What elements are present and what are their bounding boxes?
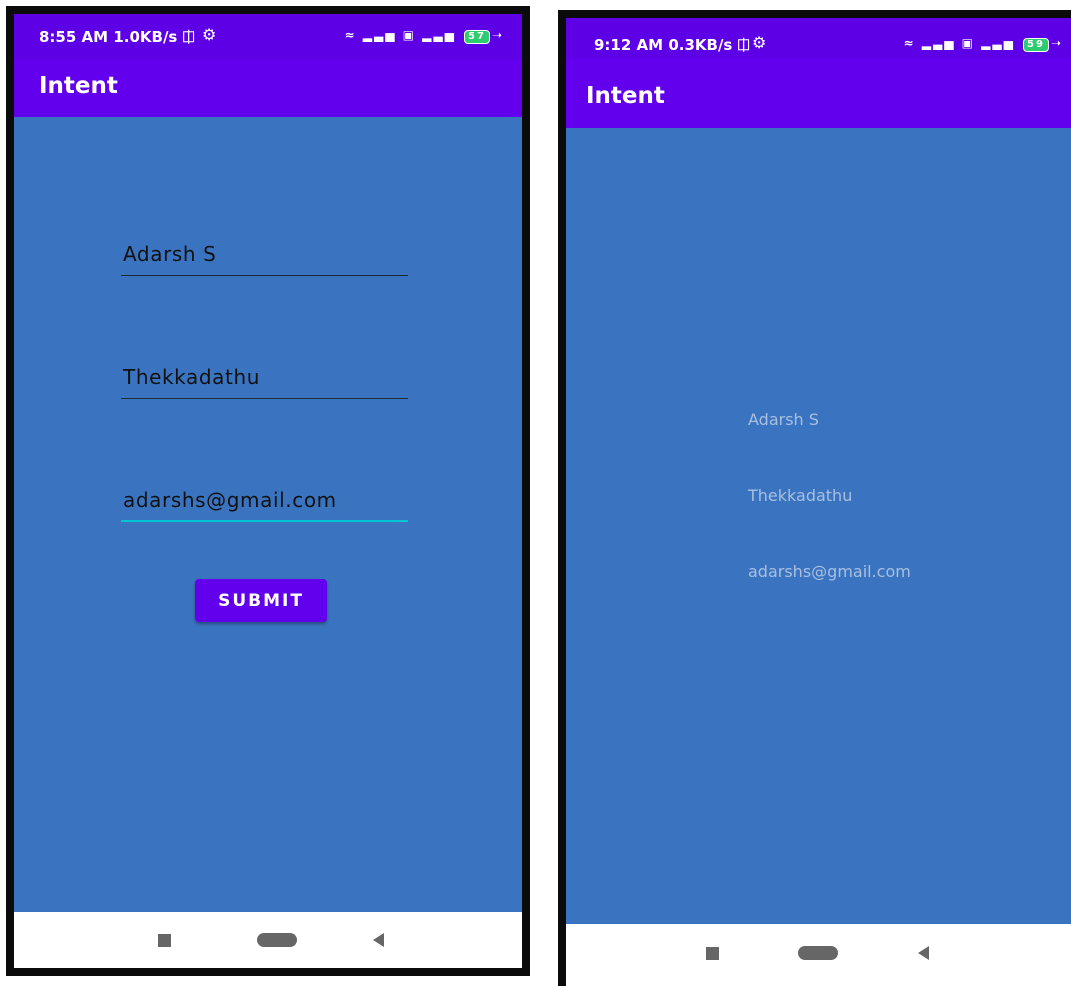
submit-button[interactable]: SUBMIT bbox=[195, 579, 327, 622]
phone-frame-left: 8:55 AM 1.0KB/s ⎅ ⚙ ≈ ▂▃▅ ▣ ▂▃▅ 57 ➝ Inte… bbox=[6, 6, 530, 976]
nav-bar bbox=[14, 912, 522, 968]
home-icon[interactable] bbox=[798, 946, 838, 960]
app-bar: Intent bbox=[566, 58, 1071, 128]
charging-icon: ➝ bbox=[491, 28, 504, 42]
back-icon[interactable] bbox=[373, 933, 384, 947]
nav-bar bbox=[566, 924, 1071, 986]
output-screen: 9:12 AM 0.3KB/s ⎅ ⚙ ≈ ▂▃▅ ▣ ▂▃▅ 59 ➝ Inte… bbox=[566, 18, 1071, 986]
signal-4g-icon: ▂▃▅ bbox=[422, 28, 456, 42]
output-email: adarshs@gmail.com bbox=[748, 562, 911, 581]
battery-icon: 57 bbox=[464, 30, 490, 44]
status-icons: ≈ ▂▃▅ ▣ ▂▃▅ 57 ➝ bbox=[344, 28, 504, 44]
recents-icon[interactable] bbox=[158, 934, 171, 947]
status-speed: 0.3KB/s bbox=[668, 36, 733, 54]
bell-off-icon: ⎅ bbox=[182, 28, 195, 46]
status-time: 9:12 AM 0.3KB/s ⎅ bbox=[594, 36, 750, 54]
gear-icon: ⚙ bbox=[752, 33, 767, 52]
input-screen: 8:55 AM 1.0KB/s ⎅ ⚙ ≈ ▂▃▅ ▣ ▂▃▅ 57 ➝ Inte… bbox=[14, 14, 522, 968]
bell-off-icon: ⎅ bbox=[737, 36, 750, 54]
volte-icon: ▣ bbox=[402, 28, 416, 42]
signal-4g-icon: ▂▃▅ bbox=[981, 36, 1015, 50]
home-icon[interactable] bbox=[257, 933, 297, 947]
gear-icon: ⚙ bbox=[202, 25, 217, 44]
app-bar: Intent bbox=[14, 59, 522, 117]
charging-icon: ➝ bbox=[1050, 36, 1063, 50]
wifi-icon: ≈ bbox=[903, 36, 916, 50]
place-input[interactable]: Thekkadathu bbox=[121, 355, 408, 399]
status-clock: 9:12 AM bbox=[594, 36, 664, 54]
volte-icon: ▣ bbox=[961, 36, 975, 50]
email-input[interactable]: adarshs@gmail.com bbox=[121, 478, 408, 522]
output-place: Thekkadathu bbox=[748, 486, 853, 505]
status-icons: ≈ ▂▃▅ ▣ ▂▃▅ 59 ➝ bbox=[903, 36, 1063, 52]
wifi-icon: ≈ bbox=[344, 28, 357, 42]
status-bar: 9:12 AM 0.3KB/s ⎅ ⚙ ≈ ▂▃▅ ▣ ▂▃▅ 59 ➝ bbox=[566, 18, 1071, 58]
status-bar: 8:55 AM 1.0KB/s ⎅ ⚙ ≈ ▂▃▅ ▣ ▂▃▅ 57 ➝ bbox=[14, 14, 522, 59]
name-input[interactable]: Adarsh S bbox=[121, 232, 408, 276]
signal-icon: ▂▃▅ bbox=[921, 36, 956, 50]
back-icon[interactable] bbox=[918, 946, 929, 960]
battery-icon: 59 bbox=[1023, 38, 1049, 52]
status-time: 8:55 AM 1.0KB/s ⎅ bbox=[39, 28, 195, 46]
app-title: Intent bbox=[39, 73, 118, 99]
output-name: Adarsh S bbox=[748, 410, 819, 429]
recents-icon[interactable] bbox=[706, 947, 719, 960]
signal-icon: ▂▃▅ bbox=[362, 28, 397, 42]
app-title: Intent bbox=[586, 83, 665, 109]
status-clock: 8:55 AM bbox=[39, 28, 109, 46]
status-speed: 1.0KB/s bbox=[113, 28, 178, 46]
phone-frame-right: 9:12 AM 0.3KB/s ⎅ ⚙ ≈ ▂▃▅ ▣ ▂▃▅ 59 ➝ Inte… bbox=[558, 10, 1071, 986]
